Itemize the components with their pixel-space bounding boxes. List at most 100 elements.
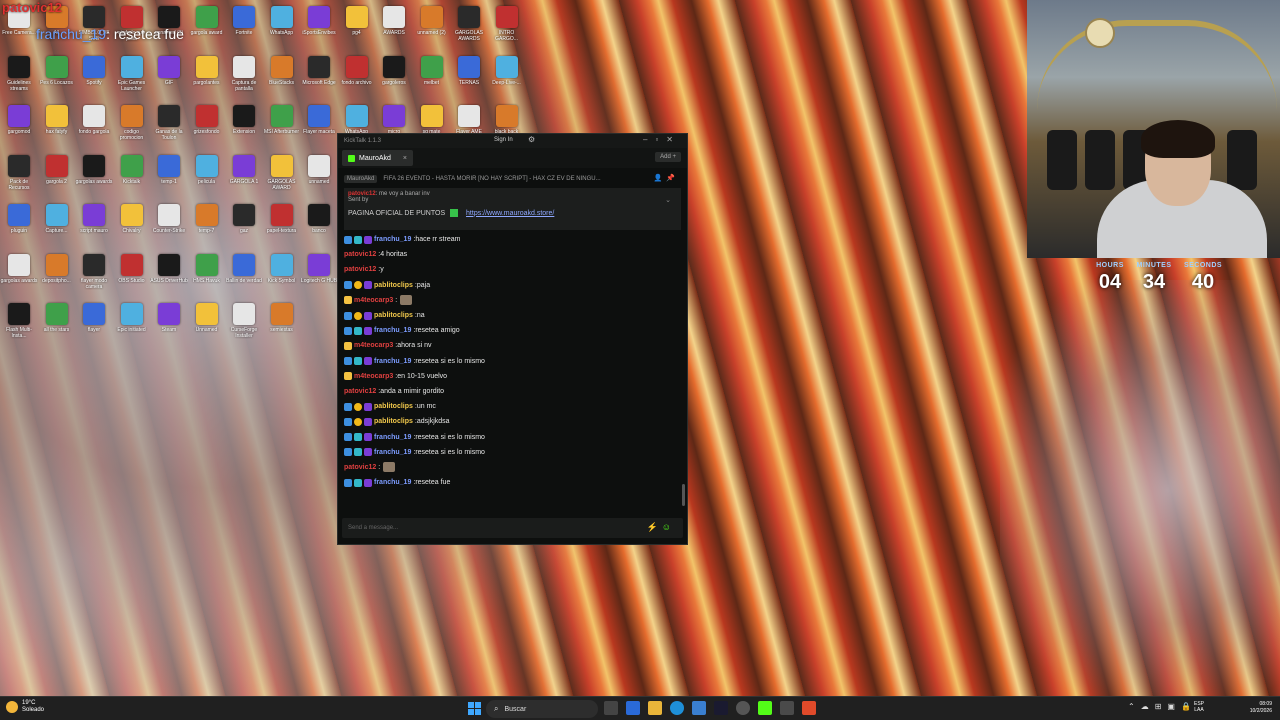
chat-message[interactable]: franchu_19: resetea si es lo mismo	[344, 445, 681, 460]
chat-username[interactable]: m4teocarp3	[354, 342, 393, 349]
desktop-icon[interactable]: pg4	[339, 4, 375, 50]
desktop-icon[interactable]: Kick Symbol	[264, 252, 300, 298]
chat-message[interactable]: patovic12: y	[344, 262, 681, 277]
desktop-icon[interactable]: pargolantes	[189, 54, 225, 100]
desktop-icon[interactable]: Unnamed	[189, 301, 225, 347]
chat-tools-icons[interactable]: ⚡☺	[647, 522, 675, 533]
desktop-icon[interactable]: grizesfondo	[189, 103, 225, 149]
weather-widget[interactable]: 19°C Soleado	[6, 700, 44, 714]
desktop-icon[interactable]: Epic Games Launcher	[114, 54, 150, 100]
desktop-icon[interactable]: CurseForge Installer	[226, 301, 262, 347]
desktop-icon[interactable]: depositpho...	[39, 252, 75, 298]
desktop-icon[interactable]: pelicula	[189, 153, 225, 199]
desktop-icon[interactable]: temp-1	[151, 153, 187, 199]
chat-message[interactable]: franchu_19: resetea si es lo mismo	[344, 354, 681, 369]
desktop-icon[interactable]: temp-7	[189, 202, 225, 248]
desktop-icon[interactable]: iSportsEnvibes	[301, 4, 337, 50]
desktop-icon[interactable]: Microsoft Edge	[301, 54, 337, 100]
brave-icon[interactable]	[802, 701, 816, 715]
chat-message[interactable]: pablitoclips: paja	[344, 278, 681, 293]
chat-username[interactable]: patovic12	[344, 464, 376, 471]
chat-username[interactable]: m4teocarp3	[354, 297, 393, 304]
pinned-link[interactable]: https://www.mauroakd.store/	[466, 210, 554, 217]
taskbar-search[interactable]: ⌕ Buscar	[486, 700, 598, 718]
desktop-icon[interactable]: gargola award	[189, 4, 225, 50]
desktop-icon[interactable]: fondo gargola	[76, 103, 112, 149]
chat-titlebar[interactable]: KickTalk 1.1.3 Sign In ⚙ –▫✕	[338, 134, 687, 148]
desktop-icon[interactable]: Kicktalk	[114, 153, 150, 199]
chat-message[interactable]: m4teocarp3:	[344, 293, 681, 308]
desktop-icon[interactable]: Spotify	[76, 54, 112, 100]
task-view-icon[interactable]	[604, 701, 618, 715]
close-tab-icon[interactable]: ×	[403, 155, 407, 162]
desktop-icon[interactable]: Deep-Live-...	[489, 54, 525, 100]
desktop-icon[interactable]: Extension	[226, 103, 262, 149]
chat-message[interactable]: m4teocarp3: ahora si nv	[344, 338, 681, 353]
desktop-icon[interactable]: semiestas	[264, 301, 300, 347]
desktop-icon[interactable]: gargoleros	[376, 54, 412, 100]
chat-message[interactable]: patovic12: anda a mimir gordito	[344, 384, 681, 399]
desktop-icon[interactable]: BlueStacks	[264, 54, 300, 100]
desktop-icon[interactable]: OBS Studio	[114, 252, 150, 298]
chat-username[interactable]: franchu_19	[374, 449, 411, 456]
language-indicator[interactable]: ESP LAA	[1194, 701, 1204, 713]
add-channel-button[interactable]: Add +	[655, 152, 681, 162]
chat-message[interactable]: franchu_19: resetea si es lo mismo	[344, 429, 681, 444]
desktop-icon[interactable]: HMS.Havuk	[189, 252, 225, 298]
desktop-icon[interactable]: Fortnite	[226, 4, 262, 50]
desktop-icon[interactable]: gargomod	[1, 103, 37, 149]
desktop-icon[interactable]: codigo promocion	[114, 103, 150, 149]
desktop-icon[interactable]: Flayer maceta	[301, 103, 337, 149]
desktop-icon[interactable]: flayer	[76, 301, 112, 347]
desktop-icon[interactable]: GARGOLAS AWARD	[264, 153, 300, 199]
obs-icon[interactable]	[736, 701, 750, 715]
desktop-icon[interactable]: WhatsApp	[264, 4, 300, 50]
chat-message[interactable]: m4teocarp3: en 10-15 vuelvo	[344, 369, 681, 384]
desktop-icon[interactable]: GIF	[151, 54, 187, 100]
desktop-icon[interactable]: Chivalry	[114, 202, 150, 248]
windows-start-icon[interactable]	[468, 702, 481, 715]
terminal-icon[interactable]	[780, 701, 794, 715]
chat-message[interactable]: franchu_19: resetea fue	[344, 475, 681, 490]
desktop-icon[interactable]: papel-textura	[264, 202, 300, 248]
desktop-icon[interactable]: Pack de Recursos	[1, 153, 37, 199]
desktop-icon[interactable]: hax fatyfy	[39, 103, 75, 149]
widgets-icon[interactable]	[626, 701, 640, 715]
desktop-icon[interactable]: all the stars	[39, 301, 75, 347]
desktop-icon[interactable]: Steam	[151, 301, 187, 347]
chat-message[interactable]: patovic12: 4 horitas	[344, 247, 681, 262]
desktop-icon[interactable]: Counter-Strike	[151, 202, 187, 248]
chat-username[interactable]: patovic12	[344, 266, 376, 273]
desktop-icon[interactable]: Ballin de verdad	[226, 252, 262, 298]
desktop-icon[interactable]: MSI Afterburner	[264, 103, 300, 149]
kicktalk-icon[interactable]	[758, 701, 772, 715]
system-tray-icons[interactable]: ⌃☁⊞▣🔒	[1128, 702, 1197, 711]
chat-username[interactable]: pablitoclips	[374, 418, 413, 425]
chat-username[interactable]: pablitoclips	[374, 312, 413, 319]
tab-mauroakd[interactable]: MauroAkd ×	[342, 150, 413, 166]
desktop-icon[interactable]: TERNAS	[451, 54, 487, 100]
stream-info-icons[interactable]: 👤📌	[654, 174, 679, 182]
desktop-icon[interactable]: Captura de pantalla	[226, 54, 262, 100]
desktop-icon[interactable]: Flash Multi-Insta...	[1, 301, 37, 347]
desktop-icon[interactable]: GARGOLA 1	[226, 153, 262, 199]
chat-message[interactable]: pablitoclips: un mc	[344, 399, 681, 414]
desktop-icon[interactable]: gargolas awards	[76, 153, 112, 199]
chat-username[interactable]: m4teocarp3	[354, 373, 393, 380]
chat-username[interactable]: franchu_19	[374, 479, 411, 486]
chat-message[interactable]: pablitoclips: adsjkjkdsa	[344, 414, 681, 429]
chat-username[interactable]: patovic12	[344, 251, 376, 258]
store-icon[interactable]	[692, 701, 706, 715]
taskbar-clock[interactable]: 08:09 10/2/2026	[1240, 701, 1272, 715]
desktop-icon[interactable]: AWARDS	[376, 4, 412, 50]
file-explorer-icon[interactable]	[648, 701, 662, 715]
chat-username[interactable]: franchu_19	[374, 236, 411, 243]
desktop-icon[interactable]: INTRO GARGO...	[489, 4, 525, 50]
desktop-icon[interactable]: melbet	[414, 54, 450, 100]
desktop-icon[interactable]: GARGOLAS AWARDS	[451, 4, 487, 50]
chat-username[interactable]: pablitoclips	[374, 282, 413, 289]
chat-username[interactable]: patovic12	[344, 388, 376, 395]
chat-username[interactable]: franchu_19	[374, 434, 411, 441]
chat-message[interactable]: franchu_19: resetea amigo	[344, 323, 681, 338]
chat-input[interactable]: Send a message... ⚡☺	[342, 518, 683, 538]
